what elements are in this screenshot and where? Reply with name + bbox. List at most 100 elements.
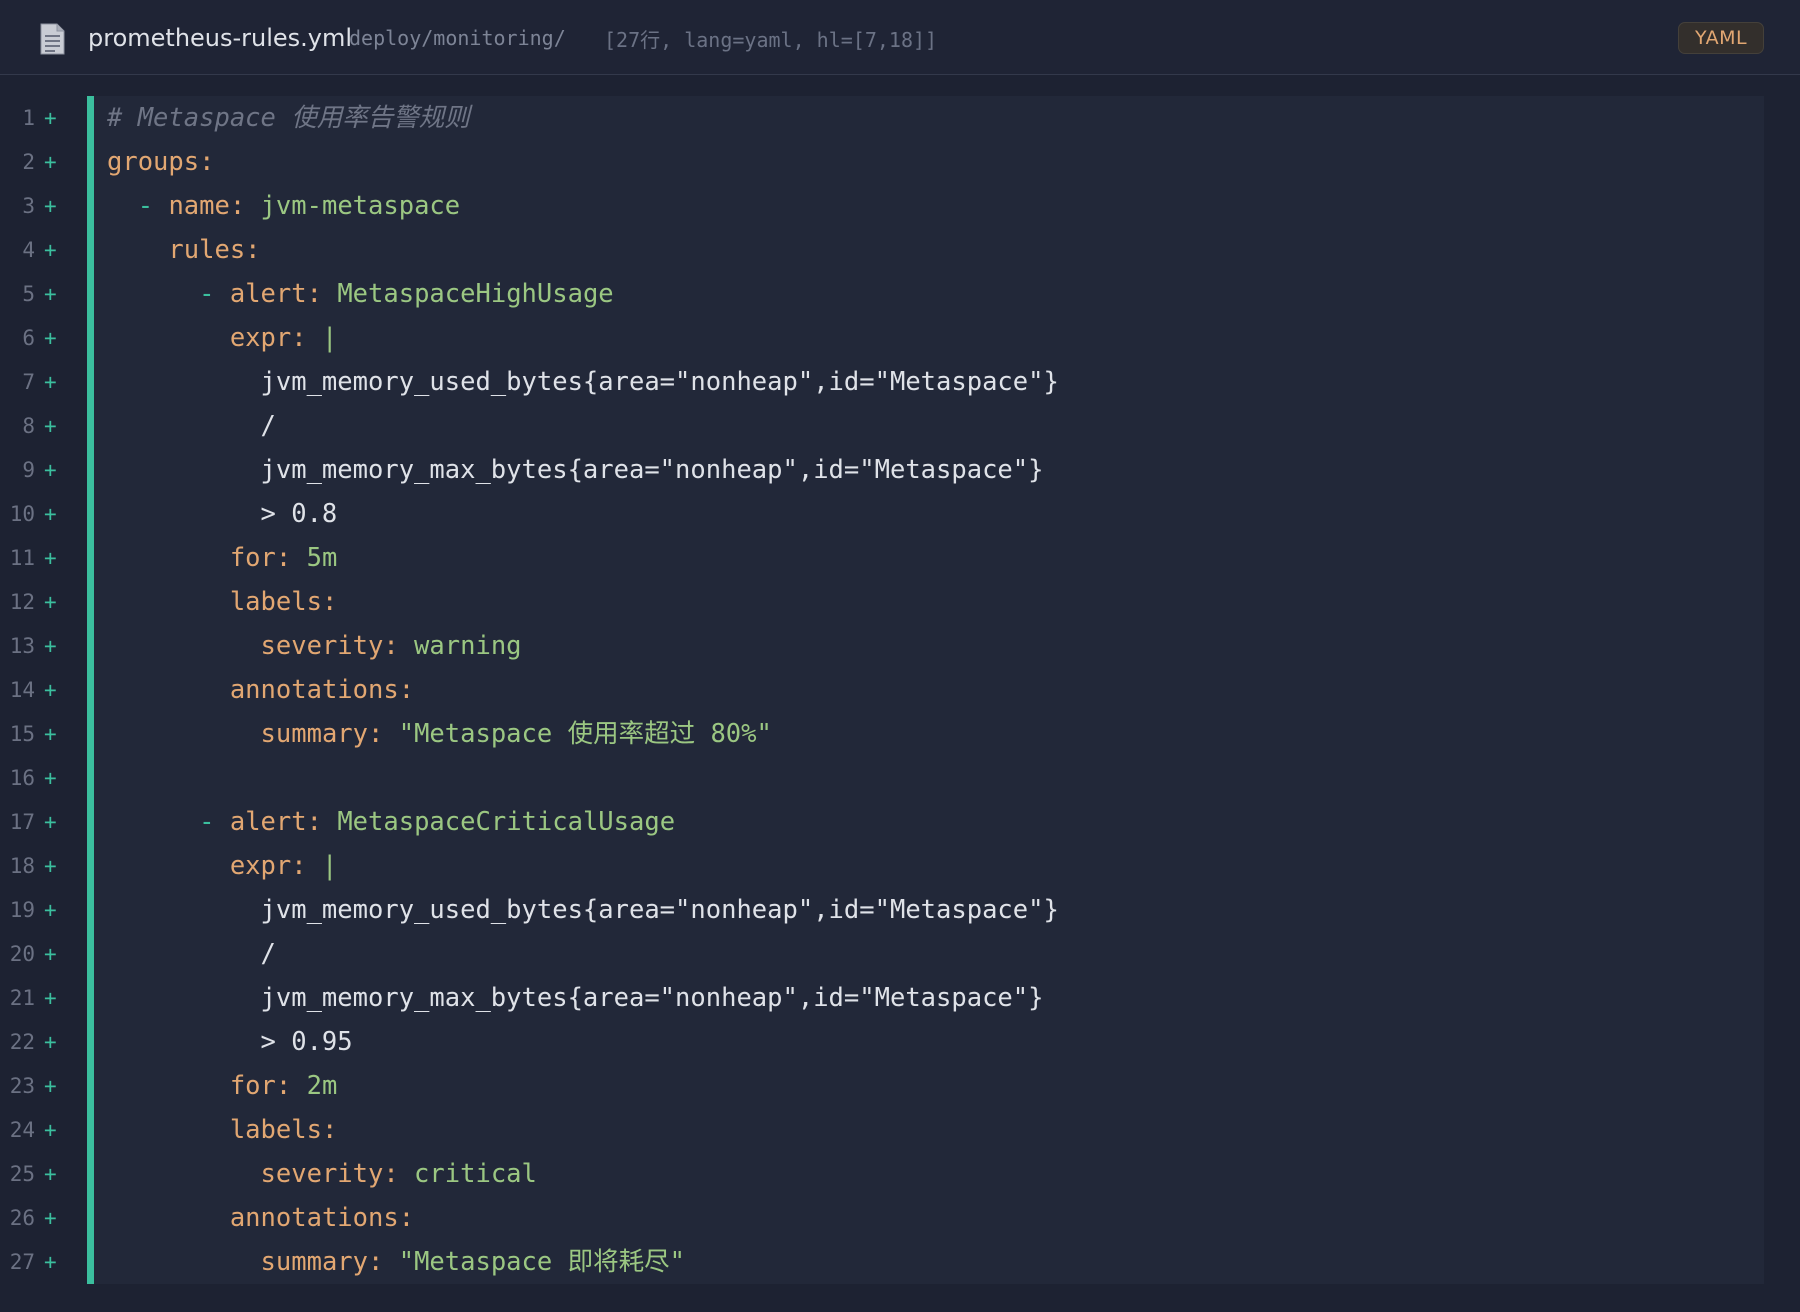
line-number[interactable]: 10 xyxy=(10,492,35,536)
line-number[interactable]: 15 xyxy=(10,712,35,756)
added-line-marker: + xyxy=(44,898,57,922)
line-number[interactable]: 17 xyxy=(10,800,35,844)
line-number[interactable]: 23 xyxy=(10,1064,35,1108)
added-line-marker: + xyxy=(44,590,57,614)
code-token: - xyxy=(137,191,154,221)
line-number[interactable]: 14 xyxy=(10,668,35,712)
code-line: expr: | xyxy=(107,316,1059,360)
gutter-row: 8 + xyxy=(0,404,85,448)
code-line: annotations: xyxy=(107,668,1059,712)
code-token: | xyxy=(306,851,338,881)
line-number[interactable]: 27 xyxy=(10,1240,35,1284)
gutter-row: 14 + xyxy=(0,668,85,712)
code-token: labels: xyxy=(229,587,338,617)
added-line-marker: + xyxy=(44,986,57,1010)
added-line-marker: + xyxy=(44,282,57,306)
line-number[interactable]: 7 xyxy=(22,360,35,404)
code-line: jvm_memory_used_bytes{area="nonheap",id=… xyxy=(107,360,1059,404)
code-line: groups: xyxy=(107,140,1059,184)
code-token: expr: xyxy=(229,851,307,881)
line-number[interactable]: 24 xyxy=(10,1108,35,1152)
code-line: jvm_memory_max_bytes{area="nonheap",id="… xyxy=(107,448,1059,492)
code-line: > 0.8 xyxy=(107,492,1059,536)
gutter-row: 21 + xyxy=(0,976,85,1020)
code-token: severity: xyxy=(260,631,399,661)
gutter-row: 13 + xyxy=(0,624,85,668)
line-number[interactable]: 22 xyxy=(10,1020,35,1064)
file-meta: [27行, lang=yaml, hl=[7,18]] xyxy=(604,28,938,52)
added-line-marker: + xyxy=(44,722,57,746)
code-line: severity: critical xyxy=(107,1152,1059,1196)
file-path[interactable]: deploy/monitoring/ xyxy=(349,20,566,56)
line-number[interactable]: 3 xyxy=(22,184,35,228)
line-number[interactable]: 2 xyxy=(22,140,35,184)
added-line-marker: + xyxy=(44,1206,57,1230)
line-number[interactable]: 8 xyxy=(22,404,35,448)
line-number[interactable]: 11 xyxy=(10,536,35,580)
code-token: jvm_memory_max_bytes{area="nonheap",id="… xyxy=(107,983,1044,1013)
code-token: - xyxy=(199,279,215,309)
added-line-marker: + xyxy=(44,238,57,262)
line-number[interactable]: 26 xyxy=(10,1196,35,1240)
gutter-row: 18 + xyxy=(0,844,85,888)
code-token: jvm_memory_max_bytes{area="nonheap",id="… xyxy=(107,455,1044,485)
gutter-row: 17 + xyxy=(0,800,85,844)
added-line-marker: + xyxy=(44,1030,57,1054)
added-line-marker: + xyxy=(44,942,57,966)
line-number[interactable]: 21 xyxy=(10,976,35,1020)
added-line-marker: + xyxy=(44,678,57,702)
code-token: for: xyxy=(229,1071,292,1101)
code-token: jvm_memory_used_bytes{area="nonheap",id=… xyxy=(107,367,1059,397)
code-line: labels: xyxy=(107,1108,1059,1152)
gutter-row: 10 + xyxy=(0,492,85,536)
code-token: - xyxy=(199,807,215,837)
code-token: for: xyxy=(229,543,292,573)
gutter-row: 25 + xyxy=(0,1152,85,1196)
line-number[interactable]: 25 xyxy=(10,1152,35,1196)
code-token: / xyxy=(107,411,276,441)
added-line-marker: + xyxy=(44,1162,57,1186)
code-token: jvm-metaspace xyxy=(245,191,461,221)
line-number[interactable]: 20 xyxy=(10,932,35,976)
gutter-row: 5 + xyxy=(0,272,85,316)
code-line: severity: warning xyxy=(107,624,1059,668)
line-number[interactable]: 4 xyxy=(22,228,35,272)
code-token: alert: xyxy=(229,807,322,837)
line-number[interactable]: 18 xyxy=(10,844,35,888)
line-number[interactable]: 12 xyxy=(10,580,35,624)
added-line-marker: + xyxy=(44,414,57,438)
line-number[interactable]: 19 xyxy=(10,888,35,932)
code-token: groups: xyxy=(107,147,215,177)
code-line: for: 2m xyxy=(107,1064,1059,1108)
line-number[interactable]: 13 xyxy=(10,624,35,668)
line-number[interactable]: 6 xyxy=(22,316,35,360)
line-number[interactable]: 1 xyxy=(22,96,35,140)
line-number[interactable]: 5 xyxy=(22,272,35,316)
gutter-row: 12 + xyxy=(0,580,85,624)
file-name[interactable]: prometheus-rules.yml xyxy=(88,20,352,56)
code-block[interactable]: # Metaspace 使用率告警规则 groups: - name: jvm-m… xyxy=(107,96,1059,1284)
added-line-marker: + xyxy=(44,194,57,218)
code-token: rules: xyxy=(168,235,261,265)
code-token: MetaspaceHighUsage xyxy=(321,279,614,309)
added-line-marker: + xyxy=(44,502,57,526)
code-token: | xyxy=(306,323,338,353)
line-number[interactable]: 16 xyxy=(10,756,35,800)
gutter-row: 15 + xyxy=(0,712,85,756)
added-line-marker: + xyxy=(44,854,57,878)
line-number[interactable]: 9 xyxy=(22,448,35,492)
gutter-row: 7 + xyxy=(0,360,85,404)
